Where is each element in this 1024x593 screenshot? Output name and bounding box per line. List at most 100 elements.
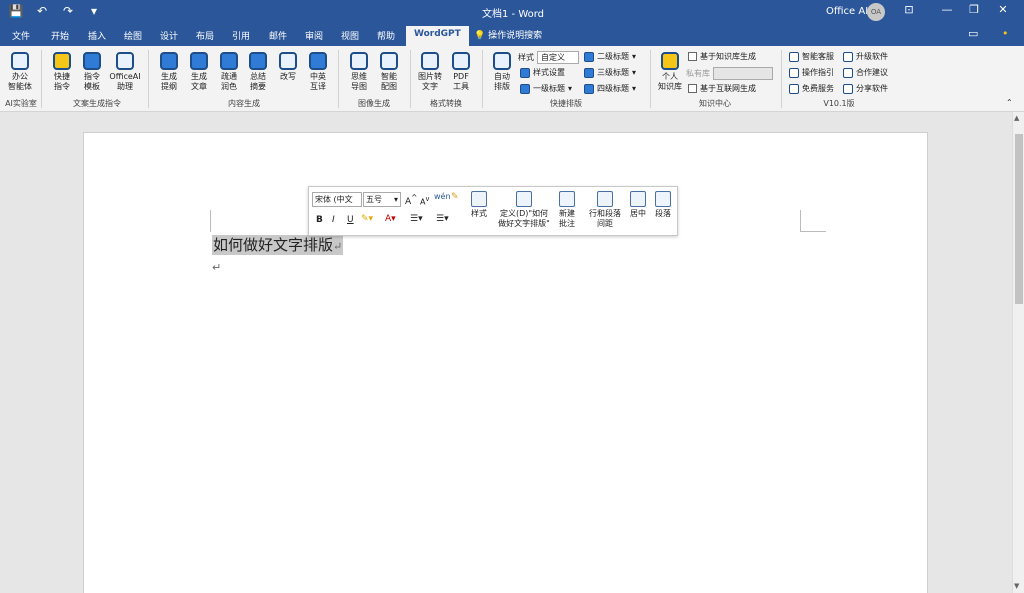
font-name-dropdown[interactable]: 宋体 (中文: [312, 192, 362, 207]
tab-design[interactable]: 设计: [160, 29, 178, 42]
h2-icon: [584, 51, 594, 62]
tab-help[interactable]: 帮助: [377, 29, 395, 42]
summary-button[interactable]: 总结 摘要: [243, 52, 273, 92]
new-comment-button[interactable]: 新建 批注: [555, 191, 579, 229]
paragraph-button[interactable]: 段落: [651, 191, 675, 219]
phonetic-guide-icon[interactable]: wén: [434, 192, 451, 201]
close-button[interactable]: ✕: [993, 3, 1013, 16]
tab-draw[interactable]: 绘图: [124, 29, 142, 42]
bullets-icon[interactable]: ☰▾: [410, 214, 423, 224]
translate-button[interactable]: 中英 互译: [303, 52, 333, 92]
numbering-icon[interactable]: ☰▾: [436, 214, 449, 224]
mind-map-button[interactable]: 思维 导图: [344, 52, 374, 92]
style-selector[interactable]: 样式 自定义: [518, 51, 579, 64]
collapse-ribbon-icon[interactable]: ⌃: [1006, 98, 1013, 108]
user-name[interactable]: Office AI: [826, 6, 868, 17]
pdf-tools-button[interactable]: PDF 工具: [446, 52, 476, 92]
heading-1-button[interactable]: 一级标题 ▾: [520, 83, 572, 94]
free-service-button[interactable]: 免费服务: [789, 83, 834, 94]
grow-font-icon[interactable]: A^: [405, 193, 417, 207]
highlight-icon[interactable]: ✎▾: [361, 214, 373, 224]
heading-2-button[interactable]: 二级标题 ▾: [584, 51, 636, 62]
style-label: 样式: [518, 53, 534, 62]
quick-command-button[interactable]: 快捷 指令: [47, 52, 77, 92]
smart-image-button[interactable]: 智能 配图: [374, 52, 404, 92]
smart-image-label: 智能 配图: [381, 72, 397, 91]
polish-button[interactable]: 疏通 润色: [214, 52, 244, 92]
cooperation-icon: [843, 67, 853, 78]
rewrite-button[interactable]: 改写: [273, 52, 303, 82]
italic-button[interactable]: I: [332, 215, 335, 225]
heading-2-label: 二级标题: [597, 52, 629, 61]
mind-map-icon: [350, 52, 368, 70]
heading-3-button[interactable]: 三级标题 ▾: [584, 67, 636, 78]
generate-article-button[interactable]: 生成 文章: [184, 52, 214, 92]
center-button[interactable]: 居中: [627, 191, 649, 219]
redo-icon[interactable]: ↷: [60, 4, 76, 18]
selected-text[interactable]: 如何做好文字排版↵: [212, 235, 344, 255]
rewrite-label: 改写: [280, 72, 296, 81]
format-painter-icon[interactable]: ✎: [451, 192, 459, 202]
style-settings-button[interactable]: 样式设置: [520, 67, 565, 78]
tab-view[interactable]: 视图: [341, 29, 359, 42]
private-library-selector[interactable]: 私有库: [686, 67, 773, 80]
tab-references[interactable]: 引用: [232, 29, 250, 42]
comments-icon[interactable]: ▭: [968, 27, 978, 40]
personal-kb-button[interactable]: 个人 知识库: [655, 52, 685, 92]
smart-support-button[interactable]: 智能客服: [789, 51, 834, 62]
share-software-button[interactable]: 分享软件: [843, 83, 888, 94]
web-generate-checkbox[interactable]: 基于互联网生成: [688, 83, 756, 94]
bold-button[interactable]: B: [316, 215, 323, 225]
styles-label: 样式: [471, 209, 487, 218]
tab-mailings[interactable]: 邮件: [269, 29, 287, 42]
upgrade-software-button[interactable]: 升级软件: [843, 51, 888, 62]
display-options-icon[interactable]: ⊡: [899, 3, 919, 16]
generate-article-label: 生成 文章: [191, 72, 207, 91]
scroll-up-icon[interactable]: ▲: [1014, 114, 1019, 122]
styles-button[interactable]: 样式: [467, 191, 491, 219]
tab-home[interactable]: 开始: [51, 29, 69, 42]
operation-guide-button[interactable]: 操作指引: [789, 67, 834, 78]
tell-me-search[interactable]: 💡 操作说明搜索: [474, 28, 542, 41]
private-library-dropdown[interactable]: [713, 67, 773, 80]
comment-icon: [559, 191, 575, 207]
line-spacing-button[interactable]: 行和段落 间距: [585, 191, 625, 229]
summary-label: 总结 摘要: [250, 72, 266, 91]
tab-insert[interactable]: 插入: [88, 29, 106, 42]
restore-button[interactable]: ❐: [964, 3, 984, 16]
separator: [148, 50, 149, 108]
auto-layout-button[interactable]: 自动 排版: [488, 52, 516, 92]
kb-generate-checkbox[interactable]: 基于知识库生成: [688, 51, 756, 62]
chevron-down-icon: ▾: [393, 195, 398, 204]
image-to-text-button[interactable]: 图片转 文字: [414, 52, 446, 92]
cooperation-button[interactable]: 合作建议: [843, 67, 888, 78]
font-size-dropdown[interactable]: 五号 ▾: [363, 192, 401, 207]
font-color-icon[interactable]: A▾: [385, 214, 396, 224]
office-agent-button[interactable]: 办公 智能体: [4, 52, 36, 92]
tab-wordgpt[interactable]: WordGPT: [406, 26, 469, 46]
underline-button[interactable]: U: [347, 215, 354, 225]
command-template-button[interactable]: 指令 模板: [77, 52, 107, 92]
shrink-font-icon[interactable]: Av: [420, 195, 429, 207]
title-bar: 💾 ↶ ↷ ▾ 文档1 - Word Office AI OA ⊡ — ❐ ✕: [0, 0, 1024, 24]
officeai-assistant-button[interactable]: OfficeAI 助理: [106, 52, 144, 92]
tell-me-label: 操作说明搜索: [488, 31, 543, 41]
style-dropdown[interactable]: 自定义: [537, 51, 579, 64]
tab-layout[interactable]: 布局: [196, 29, 214, 42]
notification-dot-icon[interactable]: •: [1002, 27, 1009, 40]
vertical-scrollbar[interactable]: ▲ ▼: [1012, 112, 1024, 593]
generate-outline-button[interactable]: 生成 提纲: [154, 52, 184, 92]
avatar[interactable]: OA: [867, 3, 885, 21]
tab-review[interactable]: 审阅: [305, 29, 323, 42]
customize-qat-icon[interactable]: ▾: [86, 4, 102, 18]
support-icon: [789, 51, 799, 62]
scrollbar-thumb[interactable]: [1015, 134, 1023, 304]
undo-icon[interactable]: ↶: [34, 4, 50, 18]
save-icon[interactable]: 💾: [8, 4, 24, 18]
separator: [650, 50, 651, 108]
heading-4-button[interactable]: 四级标题 ▾: [584, 83, 636, 94]
scroll-down-icon[interactable]: ▼: [1014, 582, 1019, 590]
tab-file[interactable]: 文件: [12, 29, 30, 42]
minimize-button[interactable]: —: [937, 3, 957, 16]
define-button[interactable]: 定义(D)"如何 做好文字排版": [495, 191, 553, 229]
